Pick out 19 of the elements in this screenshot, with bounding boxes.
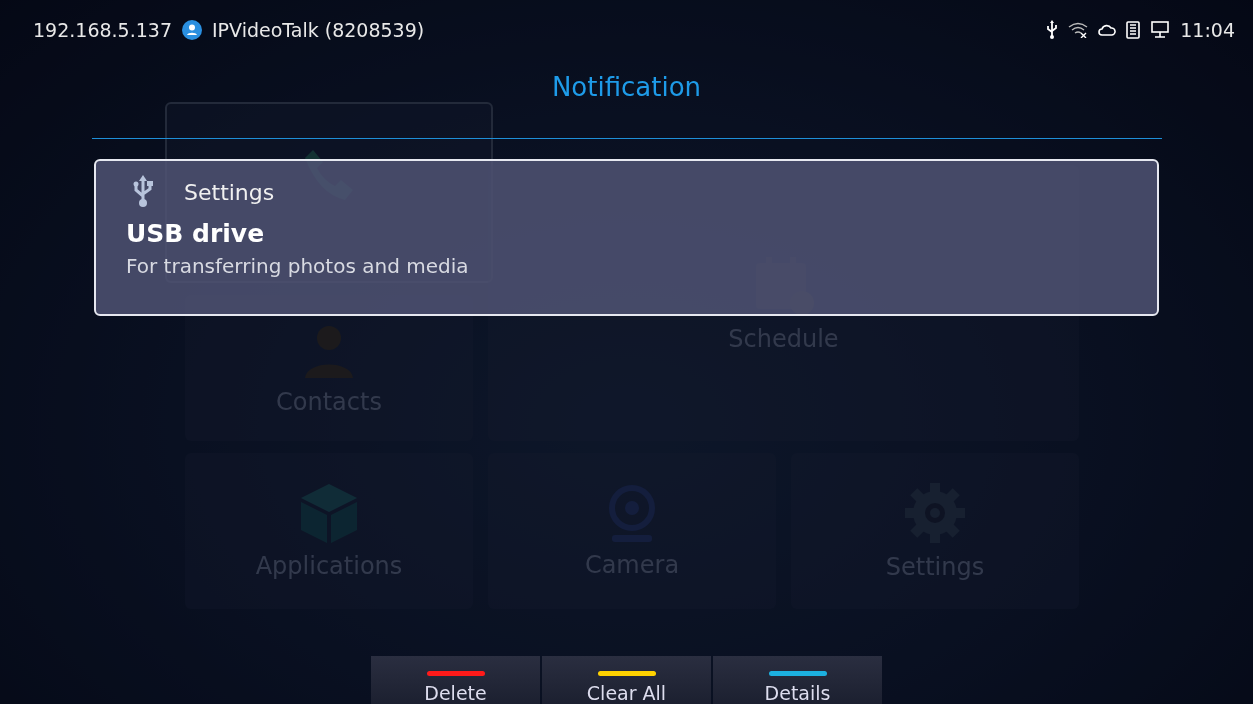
network-icon (1150, 21, 1171, 39)
account-name: IPVideoTalk (8208539) (212, 19, 425, 41)
notification-card[interactable]: Settings USB drive For transferring photos and media (94, 159, 1159, 316)
action-button[interactable]: Details (713, 656, 882, 704)
usb-icon (1046, 20, 1059, 40)
wifi-off-icon (1068, 22, 1089, 38)
usb-icon (132, 175, 154, 209)
cube-icon (299, 482, 359, 544)
action-button[interactable]: Delete (371, 656, 540, 704)
notification-text: For transferring photos and media (126, 254, 470, 278)
account-icon (182, 20, 202, 40)
clock: 11:04 (1180, 19, 1235, 41)
action-button[interactable]: Clear All (542, 656, 711, 704)
cloud-icon (1098, 23, 1117, 37)
notification-app: Settings (184, 179, 275, 205)
panel-title: Notification (91, 72, 1162, 139)
sd-card-icon (1126, 21, 1141, 39)
notification-title: USB drive (126, 219, 266, 248)
ip-address: 192.168.5.137 (33, 19, 172, 41)
